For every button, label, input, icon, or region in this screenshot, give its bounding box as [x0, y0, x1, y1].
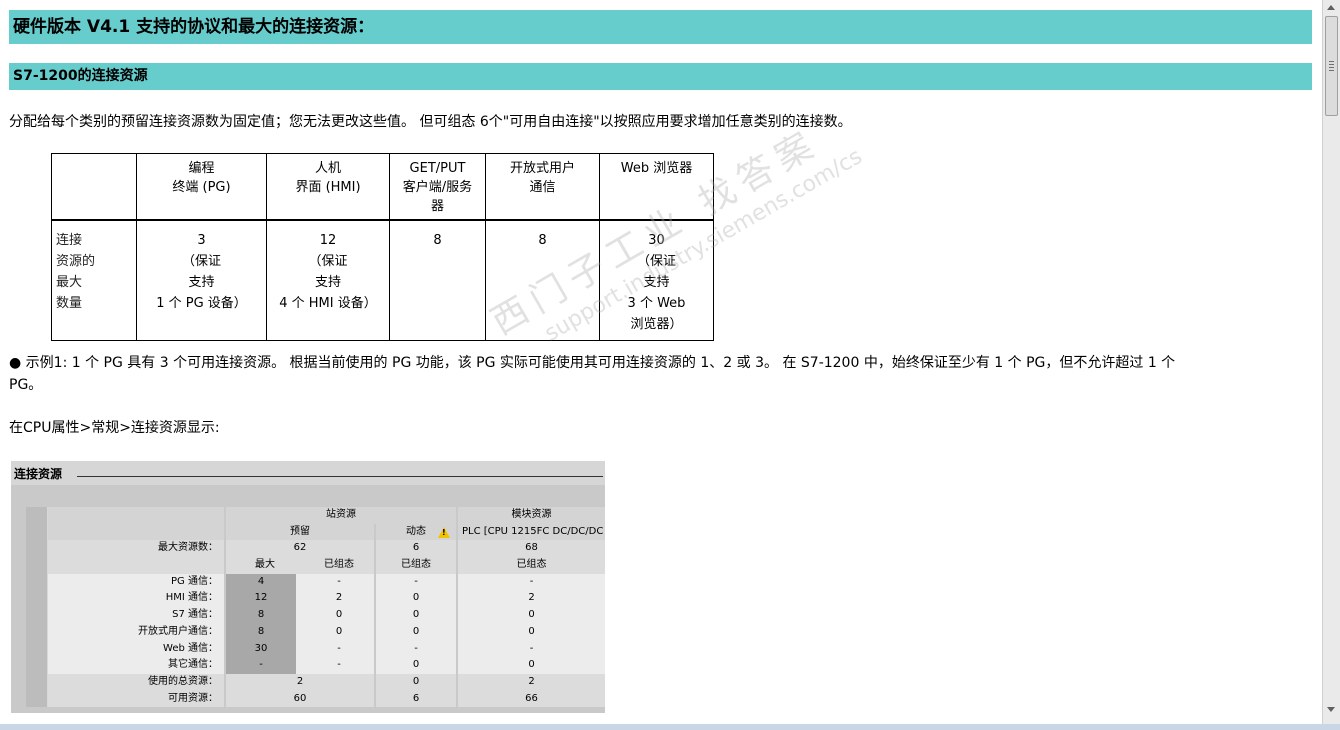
grid-row-pg: PG 通信： 4 - - -	[26, 573, 605, 591]
grid-row-max: 最大资源数： 62 6 68	[26, 540, 605, 558]
grid-column-header: 预留 动态 ! PLC [CPU 1215FC DC/DC/DC	[26, 523, 605, 541]
scroll-up-arrow-icon[interactable]	[1327, 5, 1335, 10]
header-cell-empty	[51, 153, 137, 221]
cell-pg: 3 （保证 支持 1 个 PG 设备）	[136, 220, 267, 341]
grid-subheader: 最大 已组态 已组态 已组态	[26, 557, 605, 574]
panel-title: 连接资源	[14, 467, 63, 481]
cell-getput: 8	[389, 220, 486, 341]
table-header-row: 编程 终端 (PG) 人机 界面 (HMI) GET/PUT 客户端/服务 器 …	[51, 153, 714, 221]
scroll-down-arrow-icon[interactable]	[1327, 707, 1335, 712]
header-cell-web: Web 浏览器	[599, 153, 714, 221]
header-cell-getput: GET/PUT 客户端/服务 器	[389, 153, 486, 221]
group-module: 模块资源	[458, 507, 605, 524]
panel-title-rule	[77, 476, 603, 477]
connection-resources-table: 编程 终端 (PG) 人机 界面 (HMI) GET/PUT 客户端/服务 器 …	[51, 153, 714, 341]
panel-title-bar	[11, 461, 605, 485]
header-cell-open-user: 开放式用户 通信	[485, 153, 600, 221]
table-row: 连接 资源的 最大 数量 3 （保证 支持 1 个 PG 设备） 12 （保证 …	[51, 220, 714, 341]
header-cell-hmi: 人机 界面 (HMI)	[266, 153, 390, 221]
heading-s7-1200-resources: S7-1200的连接资源	[9, 63, 1312, 90]
row-header-max-connections: 连接 资源的 最大 数量	[51, 220, 137, 341]
grid-row-s7: S7 通信： 8 0 0 0	[26, 607, 605, 624]
grid-row-hmi: HMI 通信： 12 2 0 2	[26, 590, 605, 608]
grid-row-available: 可用资源： 60 6 66	[26, 690, 605, 708]
resource-grid: 站资源 模块资源 预留 动态 ! PLC [CPU 1215FC DC/DC/D…	[26, 507, 605, 708]
example-paragraph: ● 示例1: 1 个 PG 具有 3 个可用连接资源。 根据当前使用的 PG 功…	[9, 355, 1176, 393]
col-plc: PLC [CPU 1215FC DC/DC/DC	[458, 523, 605, 541]
intro-paragraph: 分配给每个类别的预留连接资源数为固定值；您无法更改这些值。 但可组态 6个"可用…	[9, 114, 852, 130]
cell-hmi: 12 （保证 支持 4 个 HMI 设备）	[266, 220, 390, 341]
heading-hardware-version: 硬件版本 V4.1 支持的协议和最大的连接资源：	[9, 10, 1312, 44]
scroll-thumb[interactable]	[1325, 16, 1338, 116]
bottom-frame-edge	[0, 724, 1340, 730]
header-cell-pg: 编程 终端 (PG)	[136, 153, 267, 221]
grid-row-other: 其它通信： - - 0 0	[26, 657, 605, 674]
cpu-properties-note: 在CPU属性>常规>连接资源显示:	[9, 420, 220, 436]
col-dynamic: 动态 !	[376, 523, 456, 541]
document-page: 硬件版本 V4.1 支持的协议和最大的连接资源： S7-1200的连接资源 分配…	[0, 0, 1322, 730]
grid-row-web: Web 通信： 30 - - -	[26, 640, 605, 658]
group-station: 站资源	[226, 507, 456, 524]
cell-open-user: 8	[485, 220, 600, 341]
vertical-scrollbar[interactable]	[1322, 0, 1340, 730]
connection-resources-screenshot: 连接资源 站资源 模块资源 预留 动态 ! PLC [CPU 1215FC DC…	[11, 461, 605, 713]
cell-web: 30 （保证 支持 3 个 Web 浏览器）	[599, 220, 714, 341]
col-reserved: 预留	[226, 523, 374, 541]
warning-icon: !	[438, 526, 450, 538]
grid-row-open-user: 开放式用户通信： 8 0 0 0	[26, 623, 605, 641]
grid-group-header: 站资源 模块资源	[26, 507, 605, 524]
grid-row-total: 使用的总资源： 2 0 2	[26, 673, 605, 691]
